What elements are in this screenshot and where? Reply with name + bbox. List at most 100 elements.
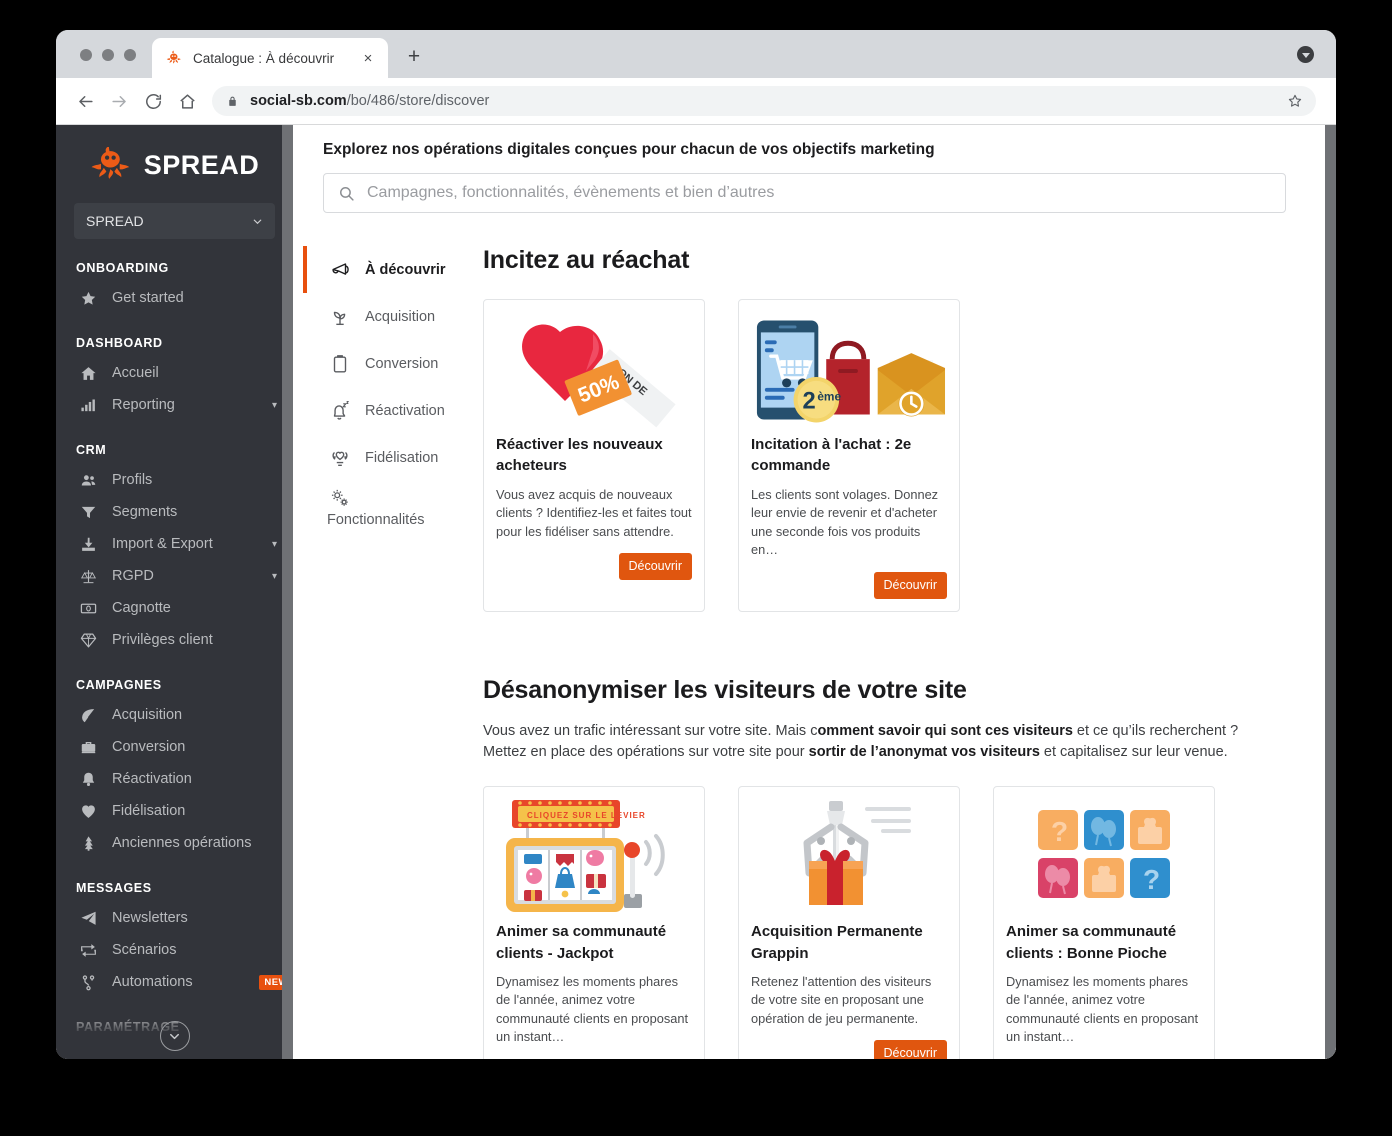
sidebar-logo[interactable]: SPREAD (56, 125, 293, 199)
catnav-item-fonctionnalit-s[interactable]: Fonctionnalités (303, 481, 483, 529)
search-input[interactable] (367, 184, 1271, 202)
window-minimize-button[interactable] (102, 49, 114, 61)
discover-button[interactable]: Découvrir (618, 553, 692, 581)
catalog-body: À découvrir Acquisition Conversion Réactiva… (293, 213, 1336, 1059)
discover-button[interactable]: Découvrir (873, 571, 947, 599)
sidebar-item-label: Cagnotte (112, 600, 171, 616)
sidebar-item-accueil[interactable]: Accueil (56, 357, 293, 389)
sidebar-item-label: Réactivation (112, 771, 192, 787)
svg-text:?: ? (1143, 864, 1160, 895)
browser-tab[interactable]: Catalogue : À découvrir × (152, 38, 388, 78)
sidebar-item-sc-narios[interactable]: Scénarios (56, 934, 293, 966)
svg-text:2: 2 (802, 388, 815, 415)
catalog-card[interactable]: Acquisition Permanente Grappin Retenez l… (738, 786, 960, 1059)
download-icon (76, 536, 100, 553)
search-icon (340, 186, 354, 201)
sidebar-item-reporting[interactable]: Reporting ▾ (56, 389, 293, 421)
card-grid: CLIQUEZ SUR LE LEVIER Animer sa communau… (483, 786, 1286, 1059)
catnav-item-label: À découvrir (365, 261, 446, 278)
back-button[interactable] (68, 84, 102, 118)
browser-tab-title: Catalogue : À découvrir (193, 50, 335, 66)
sidebar-item-label: RGPD (112, 568, 154, 584)
sidebar-item-segments[interactable]: Segments (56, 496, 293, 528)
card-title: Réactiver les nouveaux acheteurs (496, 436, 663, 475)
tree-icon (76, 835, 100, 852)
card-description: Dynamisez les moments phares de l'année,… (496, 973, 689, 1045)
sidebar-item-label: Accueil (112, 365, 159, 381)
sidebar-item-cagnotte[interactable]: Cagnotte (56, 592, 293, 624)
sidebar-nav: ONBOARDING Get started DASHBOARD Accueil Rep… (56, 239, 293, 1059)
sidebar-item-get-started[interactable]: Get started (56, 282, 293, 314)
sidebar-item-anciennes-op-rations[interactable]: Anciennes opérations (56, 827, 293, 859)
main-scrollbar[interactable] (1325, 125, 1336, 1059)
window-menu-icon[interactable] (1297, 46, 1314, 63)
forward-button[interactable] (102, 84, 136, 118)
chevron-down-icon (253, 219, 262, 224)
sidebar-item-profils[interactable]: Profils (56, 464, 293, 496)
home-button[interactable] (170, 84, 204, 118)
sidebar-item-label: Automations (112, 974, 193, 990)
description-emphasis: sortir de l’anonymat vos visiteurs (808, 743, 1040, 760)
section-desanonymiser: Désanonymiser les visiteurs de votre sit… (483, 676, 1286, 1059)
card-title: Acquisition Permanente Grappin (751, 923, 923, 962)
gears-icon (327, 487, 353, 509)
card-description: Retenez l'attention des visiteurs de vot… (751, 973, 932, 1026)
sidebar-item-automations[interactable]: Automations NEW (56, 966, 293, 998)
catalog-card[interactable]: CLIQUEZ SUR LE LEVIER Animer sa communau… (483, 786, 705, 1059)
catnav-item-conversion[interactable]: Conversion (303, 340, 483, 387)
sidebar-group-title: CAMPAGNES (76, 678, 162, 692)
sidebar-item-privil-ges-client[interactable]: Privilèges client (56, 624, 293, 656)
sidebar-expand-more-button[interactable] (159, 1021, 190, 1051)
slot-machine-illustration: CLIQUEZ SUR LE LEVIER (506, 800, 665, 913)
catnav-item-d-couvrir[interactable]: À découvrir (303, 246, 483, 293)
memory-tiles-illustration: ? ? (1038, 810, 1170, 899)
catnav-item-acquisition[interactable]: Acquisition (303, 293, 483, 340)
catalog-card[interactable]: 2 ème Incitation à l'achat : 2e commande… (738, 299, 960, 612)
briefcase-icon (76, 739, 100, 756)
search-bar[interactable] (323, 173, 1286, 213)
account-selector[interactable]: SPREAD (74, 203, 275, 239)
new-tab-button[interactable]: + (400, 43, 428, 71)
catalog-card[interactable]: ? ? Animer sa communauté clients: Bonne… (993, 786, 1215, 1059)
catalog-card[interactable]: BON DE RÉDU 50% (483, 299, 705, 612)
card-illustration-mobile-cart: 2 ème (751, 312, 947, 430)
window-zoom-button[interactable] (124, 49, 136, 61)
catnav-item-fid-lisation[interactable]: Fidélisation (303, 434, 483, 481)
sidebar-item-import-export[interactable]: Import & Export ▾ (56, 528, 293, 560)
card-grid: BON DE RÉDU 50% (483, 299, 1286, 612)
bookmark-star-icon[interactable] (1280, 86, 1310, 116)
heart-icon (76, 803, 100, 820)
star-icon (76, 290, 100, 307)
catnav-item-r-activation[interactable]: Réactivation (303, 387, 483, 434)
catalog-sections: Incitez au réachat BON DE 50% Réactiver … (483, 246, 1336, 1059)
diamond-icon (76, 632, 100, 649)
section-incitez-au-reachat: Incitez au réachat BON DE 50% Réactiver … (483, 246, 1286, 612)
card-illustration-memory-tiles: ? ? (1006, 799, 1202, 917)
sidebar-item-fid-lisation[interactable]: Fidélisation (56, 795, 293, 827)
window-close-button[interactable] (80, 49, 92, 61)
sidebar-group-title: CRM (76, 443, 107, 457)
sidebar-item-acquisition[interactable]: Acquisition (56, 699, 293, 731)
sidebar-item-r-activation[interactable]: Réactivation (56, 763, 293, 795)
card-illustration-heart-coupon: BON DE RÉDU 50% (496, 312, 692, 430)
address-bar[interactable]: social-sb.com/bo/486/store/discover (212, 86, 1316, 116)
bar-chart-icon (76, 397, 100, 414)
tab-close-icon[interactable]: × (358, 48, 378, 68)
url-path: /bo/486/store/discover (346, 93, 490, 109)
sidebar-item-conversion[interactable]: Conversion (56, 731, 293, 763)
main-content: Explorez nos opérations digitales conçue… (293, 125, 1336, 1059)
catalog-header: Explorez nos opérations digitales conçue… (293, 125, 1336, 213)
reload-button[interactable] (136, 84, 170, 118)
sidebar-scrollbar[interactable] (282, 125, 293, 1059)
filter-icon (76, 504, 100, 521)
claw-crane-gift-illustration (803, 801, 911, 906)
window-traffic-lights (80, 49, 136, 61)
sidebar-item-rgpd[interactable]: RGPD ▾ (56, 560, 293, 592)
sidebar-item-label: Acquisition (112, 707, 183, 723)
sidebar-item-newsletters[interactable]: Newsletters (56, 902, 293, 934)
discover-button[interactable]: Découvrir (873, 1040, 947, 1059)
browser-tab-strip: Catalogue : À découvrir × + (56, 30, 1336, 78)
svg-text:CLIQUEZ SUR LE LEVIER: CLIQUEZ SUR LE LEVIER (527, 811, 646, 820)
browser-toolbar: social-sb.com/bo/486/store/discover (56, 78, 1336, 125)
catnav-item-label: Fonctionnalités (327, 512, 425, 528)
